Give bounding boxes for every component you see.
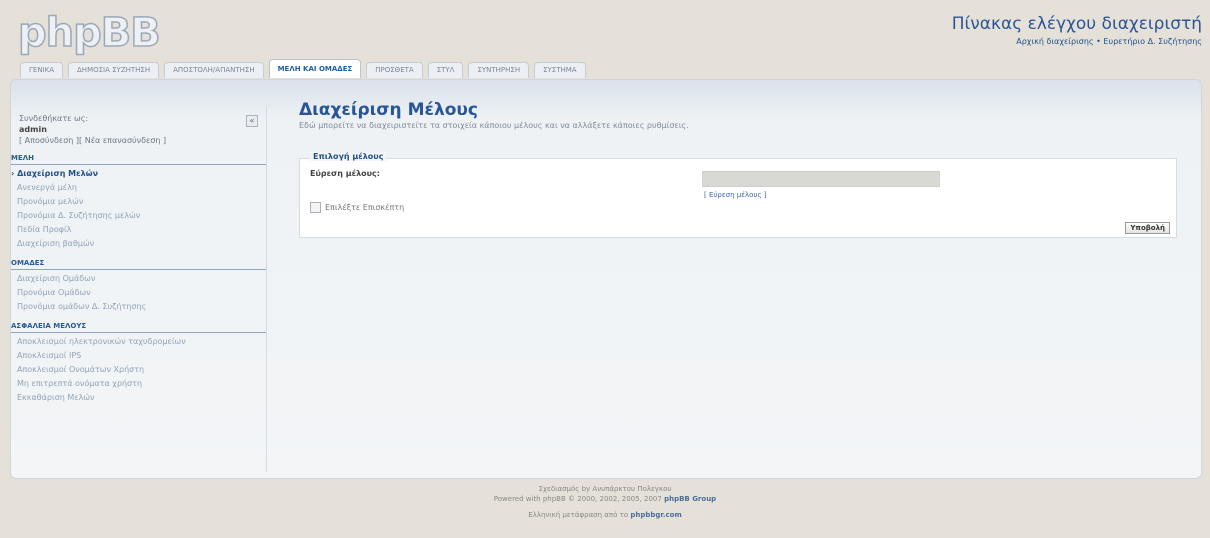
- tab-forums[interactable]: ΔΗΜΟΣΙΑ ΣΥΖΗΤΗΣΗ: [68, 62, 160, 78]
- menu-header-security: ΑΣΦΑΛΕΙΑ ΜΕΛΟΥΣ: [11, 322, 266, 333]
- footer-translation: Ελληνική μετάφραση από το phpbbgr.com: [528, 511, 682, 519]
- sidebar: Συνδεθήκατε ως: admin [ Αποσύνδεση ][ Νέ…: [11, 105, 267, 472]
- menu-section-users: ΜΕΛΗ › Διαχείριση Μελών Ανενεργά μέλη Πρ…: [11, 154, 266, 251]
- login-info: Συνδεθήκατε ως: admin [ Αποσύνδεση ][ Νέ…: [11, 105, 266, 146]
- select-user-fieldset: Επιλογή μέλους Εύρεση μέλους: [ Εύρεση μ…: [299, 152, 1177, 238]
- sidebar-item-ban-ips[interactable]: Αποκλεισμοί IPS: [11, 349, 266, 363]
- anonymous-checkbox[interactable]: [310, 202, 321, 213]
- logged-in-label: Συνδεθήκατε ως:: [19, 114, 89, 123]
- menu-header-users: ΜΕΛΗ: [11, 154, 266, 165]
- acp-links[interactable]: Αρχική διαχείρισης • Ευρετήριο Δ. Συζήτη…: [1016, 37, 1202, 46]
- tab-styles[interactable]: ΣΤΥΛ: [427, 62, 464, 78]
- sidebar-item-ban-usernames[interactable]: Αποκλεισμοί Ονομάτων Χρήστη: [11, 363, 266, 377]
- sidebar-item-user-permissions[interactable]: Προνόμια μελών: [11, 195, 266, 209]
- sidebar-item-group-forum-permissions[interactable]: Προνόμια ομάδων Δ. Συζήτησης: [11, 300, 266, 314]
- main-panel: Συνδεθήκατε ως: admin [ Αποσύνδεση ][ Νέ…: [10, 79, 1202, 479]
- tab-users-groups[interactable]: ΜΕΛΗ ΚΑΙ ΟΜΑΔΕΣ: [268, 59, 362, 78]
- tab-maintenance[interactable]: ΣΥΝΤΗΡΗΣΗ: [468, 62, 530, 78]
- tab-general[interactable]: ΓΕΝΙΚΑ: [20, 62, 64, 78]
- anonymous-checkbox-row[interactable]: Επιλέξτε Επισκέπτη: [310, 202, 404, 213]
- username: admin: [19, 125, 47, 134]
- footer-powered: Powered with phpBB © 2000, 2002, 2005, 2…: [493, 495, 717, 503]
- main-content: Διαχείριση Μέλους Εδώ μπορείτε να διαχει…: [299, 100, 1179, 238]
- collapse-menu-icon[interactable]: «: [246, 115, 258, 127]
- menu-section-groups: ΟΜΑΔΕΣ Διαχείριση Ομάδων Προνόμια Ομάδων…: [11, 259, 266, 314]
- sidebar-item-prune-users[interactable]: Εκκαθάριση Μελών: [11, 391, 266, 405]
- sidebar-item-user-forum-permissions[interactable]: Προνόμια Δ. Συζήτησης μελών: [11, 209, 266, 223]
- footer-credit: Σχεδιασμός by Ανυπάρκτου Πολεγκου: [538, 485, 672, 493]
- menu-header-groups: ΟΜΑΔΕΣ: [11, 259, 266, 270]
- phpbbgr-link[interactable]: phpbbgr.com: [630, 511, 681, 519]
- sidebar-item-inactive-users[interactable]: Ανενεργά μέλη: [11, 181, 266, 195]
- sidebar-item-profile-fields[interactable]: Πεδία Προφίλ: [11, 223, 266, 237]
- fieldset-legend: Επιλογή μέλους: [310, 152, 387, 161]
- find-user-input[interactable]: [702, 171, 940, 187]
- tab-system[interactable]: ΣΥΣΤΗΜΑ: [534, 62, 586, 78]
- tab-bar: ΓΕΝΙΚΑ ΔΗΜΟΣΙΑ ΣΥΖΗΤΗΣΗ ΑΠΟΣΤΟΛΗ/ΑΠΑΝΤΗΣ…: [20, 59, 586, 79]
- page-description: Εδώ μπορείτε να διαχειριστείτε τα στοιχε…: [299, 121, 689, 130]
- menu-section-security: ΑΣΦΑΛΕΙΑ ΜΕΛΟΥΣ Αποκλεισμοί ηλεκτρονικών…: [11, 322, 266, 405]
- tab-extensions[interactable]: ΠΡΟΣΘΕΤΑ: [366, 62, 423, 78]
- anonymous-checkbox-label: Επιλέξτε Επισκέπτη: [325, 203, 405, 212]
- sidebar-item-manage-users[interactable]: › Διαχείριση Μελών: [11, 167, 266, 181]
- logout-link[interactable]: [ Αποσύνδεση ][ Νέα επανασύνδεση ]: [19, 135, 266, 146]
- find-user-link[interactable]: [ Εύρεση μέλους ]: [704, 191, 767, 199]
- sidebar-item-manage-ranks[interactable]: Διαχείριση βαθμών: [11, 237, 266, 251]
- tab-posting[interactable]: ΑΠΟΣΤΟΛΗ/ΑΠΑΝΤΗΣΗ: [164, 62, 264, 78]
- phpbb-group-link[interactable]: phpBB Group: [664, 495, 716, 503]
- submit-button[interactable]: Υποβολή: [1125, 222, 1170, 234]
- sidebar-item-disallow-usernames[interactable]: Μη επιτρεπτά ονόματα χρήστη: [11, 377, 266, 391]
- sidebar-item-manage-groups[interactable]: Διαχείριση Ομάδων: [11, 272, 266, 286]
- sidebar-item-group-permissions[interactable]: Προνόμια Ομάδων: [11, 286, 266, 300]
- page-title: Διαχείριση Μέλους: [299, 100, 478, 120]
- logo[interactable]: phpBB: [17, 9, 161, 57]
- find-user-label: Εύρεση μέλους:: [310, 169, 380, 178]
- acp-title: Πίνακας ελέγχου διαχειριστή: [951, 14, 1202, 34]
- sidebar-item-ban-emails[interactable]: Αποκλεισμοί ηλεκτρονικών ταχυδρομείων: [11, 335, 266, 349]
